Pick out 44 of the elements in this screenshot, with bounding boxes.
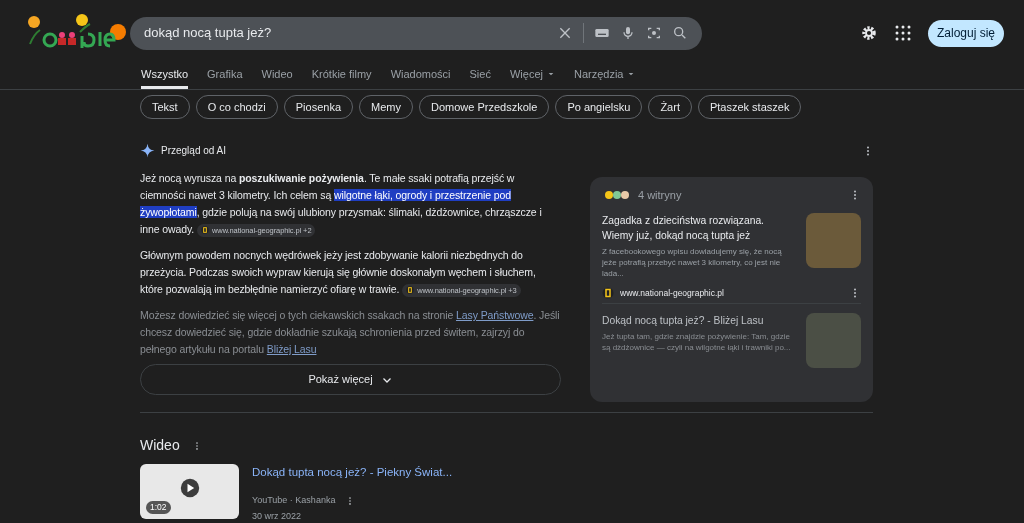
sources-count: 4 witryny bbox=[638, 188, 683, 203]
site-icons-drawing bbox=[602, 189, 632, 202]
play-icon[interactable] bbox=[180, 478, 200, 498]
source-snippet: Z facebookowego wpisu dowiadujemy się, że nocą jeże potrafią przebyć nawet 3 kilometry, co jest nie lada... bbox=[602, 245, 783, 279]
search-tab[interactable]: Narzędzia bbox=[573, 66, 636, 89]
sparkle-icon bbox=[140, 142, 155, 158]
section-title: Wideo bbox=[140, 436, 180, 455]
search-tab[interactable]: Sieć bbox=[469, 66, 491, 89]
search-tab[interactable]: Wideo bbox=[261, 66, 293, 89]
photo-placeholder bbox=[806, 313, 861, 369]
microphone-icon[interactable] bbox=[620, 25, 636, 41]
answer-paragraph: Możesz dowiedzieć się więcej o tych ciekawskich ssakach na stronie Lasy Państwowe. Jeśli chcesz dowiedzieć się, gdzie dokładnie szukają schronienia przed świtem, zajrzyj do pełnego artykułu na portalu Bliżej Lasu bbox=[140, 308, 561, 357]
video-thumbnail[interactable]: 1:02 bbox=[140, 464, 239, 519]
source-row[interactable]: Dokąd nocą tupta jeż? - Bliżej Lasu Jeż tupta tam, gdzie znajdzie pożywienie: Tam, gdzie są dżdżownice — czyli na wilgotne łąki i trawniki po... bbox=[602, 303, 861, 377]
search-tab[interactable]: Wszystko bbox=[141, 66, 189, 89]
close-icon[interactable] bbox=[557, 25, 573, 41]
photo-placeholder bbox=[806, 212, 861, 268]
video-title[interactable]: Dokąd tupta nocą jeż? - Piekny Świat... bbox=[252, 464, 453, 482]
video-date: 30 wrz 2022 bbox=[252, 509, 303, 523]
sign-in-button[interactable]: Zaloguj się bbox=[927, 19, 1004, 47]
duration-badge: 1:02 bbox=[146, 501, 171, 514]
apps-grid-icon[interactable] bbox=[893, 24, 912, 42]
video-source: YouTube · Kashanka bbox=[252, 494, 336, 508]
source-logo-icon bbox=[201, 226, 209, 235]
source-snippet: Jeż tupta tam, gdzie znajdzie pożywienie: Tam, gdzie są dżdżownice — czyli na wilgotne łąki i trawniki po... bbox=[602, 331, 792, 354]
link[interactable]: Bliżej Lasu bbox=[266, 343, 317, 355]
source-site[interactable]: www.national-geographic.pl bbox=[620, 286, 843, 300]
caret-icon bbox=[627, 70, 636, 78]
search-tab[interactable]: Wiadomości bbox=[390, 66, 451, 89]
search-field[interactable]: dokąd nocą tupta jeż? bbox=[130, 16, 702, 50]
search-icon[interactable] bbox=[672, 25, 688, 41]
settings-icon[interactable] bbox=[859, 24, 878, 42]
caret-icon bbox=[546, 70, 555, 78]
source-row[interactable]: Zagadka z dzieciństwa rozwiązana. Wiemy już, dokąd nocą tupta jeż Z facebookowego wpisu dowiadujemy się, że nocą jeże potrafią przebyć nawet 3 kilometry, co jest nie lada... bbox=[602, 203, 861, 287]
source-logo-icon bbox=[406, 286, 415, 295]
search-query[interactable]: dokąd nocą tupta jeż? bbox=[144, 23, 557, 43]
source-title: Dokąd nocą tupta jeż? - Bliżej Lasu bbox=[602, 314, 765, 329]
source-logo-icon bbox=[602, 286, 614, 299]
search-tab[interactable]: Więcej bbox=[509, 66, 555, 89]
source-title: Zagadka z dzieciństwa rozwiązana. Wiemy już, dokąd nocą tupta jeż bbox=[602, 213, 765, 243]
search-tab[interactable]: Grafika bbox=[207, 66, 243, 89]
search-tab[interactable]: Krótkie filmy bbox=[311, 66, 372, 89]
section-title: Przegląd od AI bbox=[161, 143, 227, 158]
camera-icon[interactable] bbox=[646, 25, 662, 41]
